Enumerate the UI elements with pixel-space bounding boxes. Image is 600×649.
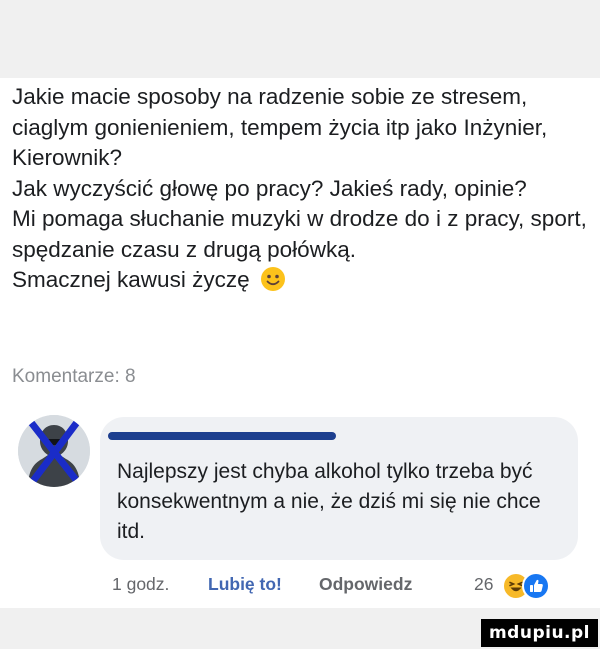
like-button[interactable]: Lubię to! — [208, 574, 282, 595]
post-question-line: Jak wyczyścić głowę po pracy? Jakieś rad… — [12, 175, 527, 201]
post-text: Jakie macie sposoby na radzenie sobie ze… — [12, 82, 592, 296]
smiling-face-emoji — [260, 267, 285, 291]
post-closing-line: Smacznej kawusi życzę — [12, 265, 592, 296]
avatar[interactable] — [18, 415, 90, 487]
avatar-image — [18, 415, 90, 487]
author-name-censor-scribble — [108, 432, 336, 440]
post-closing-text: Smacznej kawusi życzę — [12, 267, 250, 292]
comment-actions: 1 godz. Lubię to! Odpowiedz 26 — [112, 572, 600, 600]
reactions-count[interactable]: 26 — [474, 574, 493, 595]
watermark-logo: mdupiu.pl — [481, 619, 598, 647]
comment-timestamp[interactable]: 1 godz. — [112, 574, 169, 595]
reply-button[interactable]: Odpowiedz — [319, 574, 412, 595]
post-opinion-line: Mi pomaga słuchanie muzyki w drodze do i… — [12, 206, 587, 262]
like-reaction-icon[interactable] — [522, 572, 550, 600]
post-question-line: Jakie macie sposoby na radzenie sobie ze… — [12, 84, 548, 170]
comment-text: Najlepszy jest chyba alkohol tylko trzeb… — [117, 460, 541, 543]
comments-count[interactable]: Komentarze: 8 — [12, 366, 136, 388]
comment-bubble: Najlepszy jest chyba alkohol tylko trzeb… — [100, 417, 578, 560]
screenshot-top-margin — [0, 0, 600, 78]
